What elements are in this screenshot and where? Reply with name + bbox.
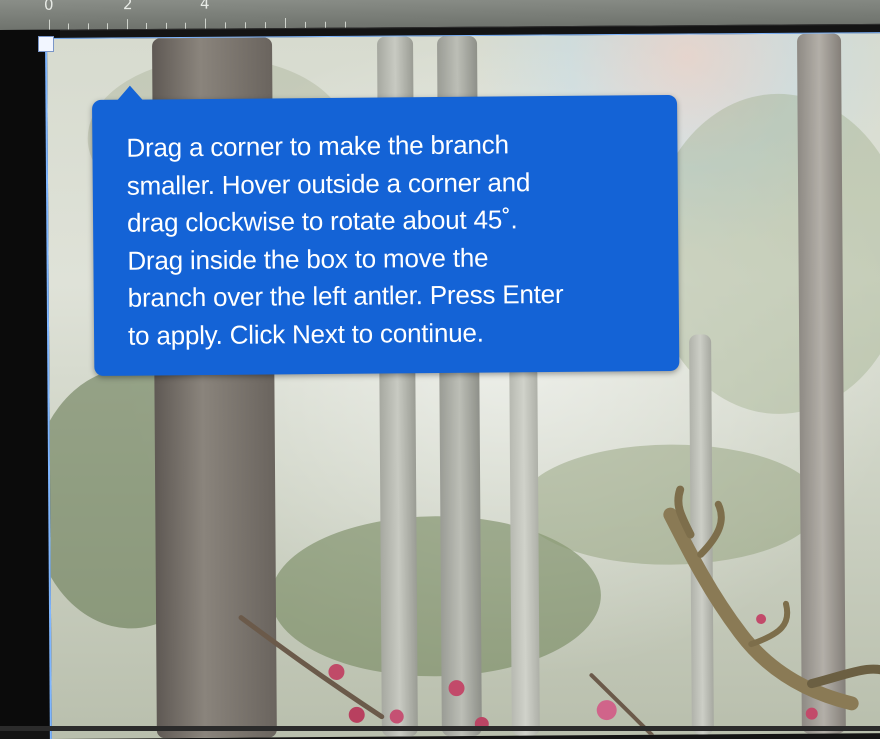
ruler-label: 2 xyxy=(123,0,133,14)
transform-handle[interactable] xyxy=(38,36,54,52)
ruler-label: 0 xyxy=(44,0,54,14)
tooltip-instructions: Drag a corner to make the branch smaller… xyxy=(126,129,564,351)
tooltip-pointer xyxy=(115,85,145,102)
ruler-label: 4 xyxy=(200,0,210,13)
tutorial-tooltip: Drag a corner to make the branch smaller… xyxy=(92,85,680,376)
horizontal-ruler: 0 2 4 xyxy=(0,0,880,31)
bottom-edge xyxy=(0,726,880,731)
